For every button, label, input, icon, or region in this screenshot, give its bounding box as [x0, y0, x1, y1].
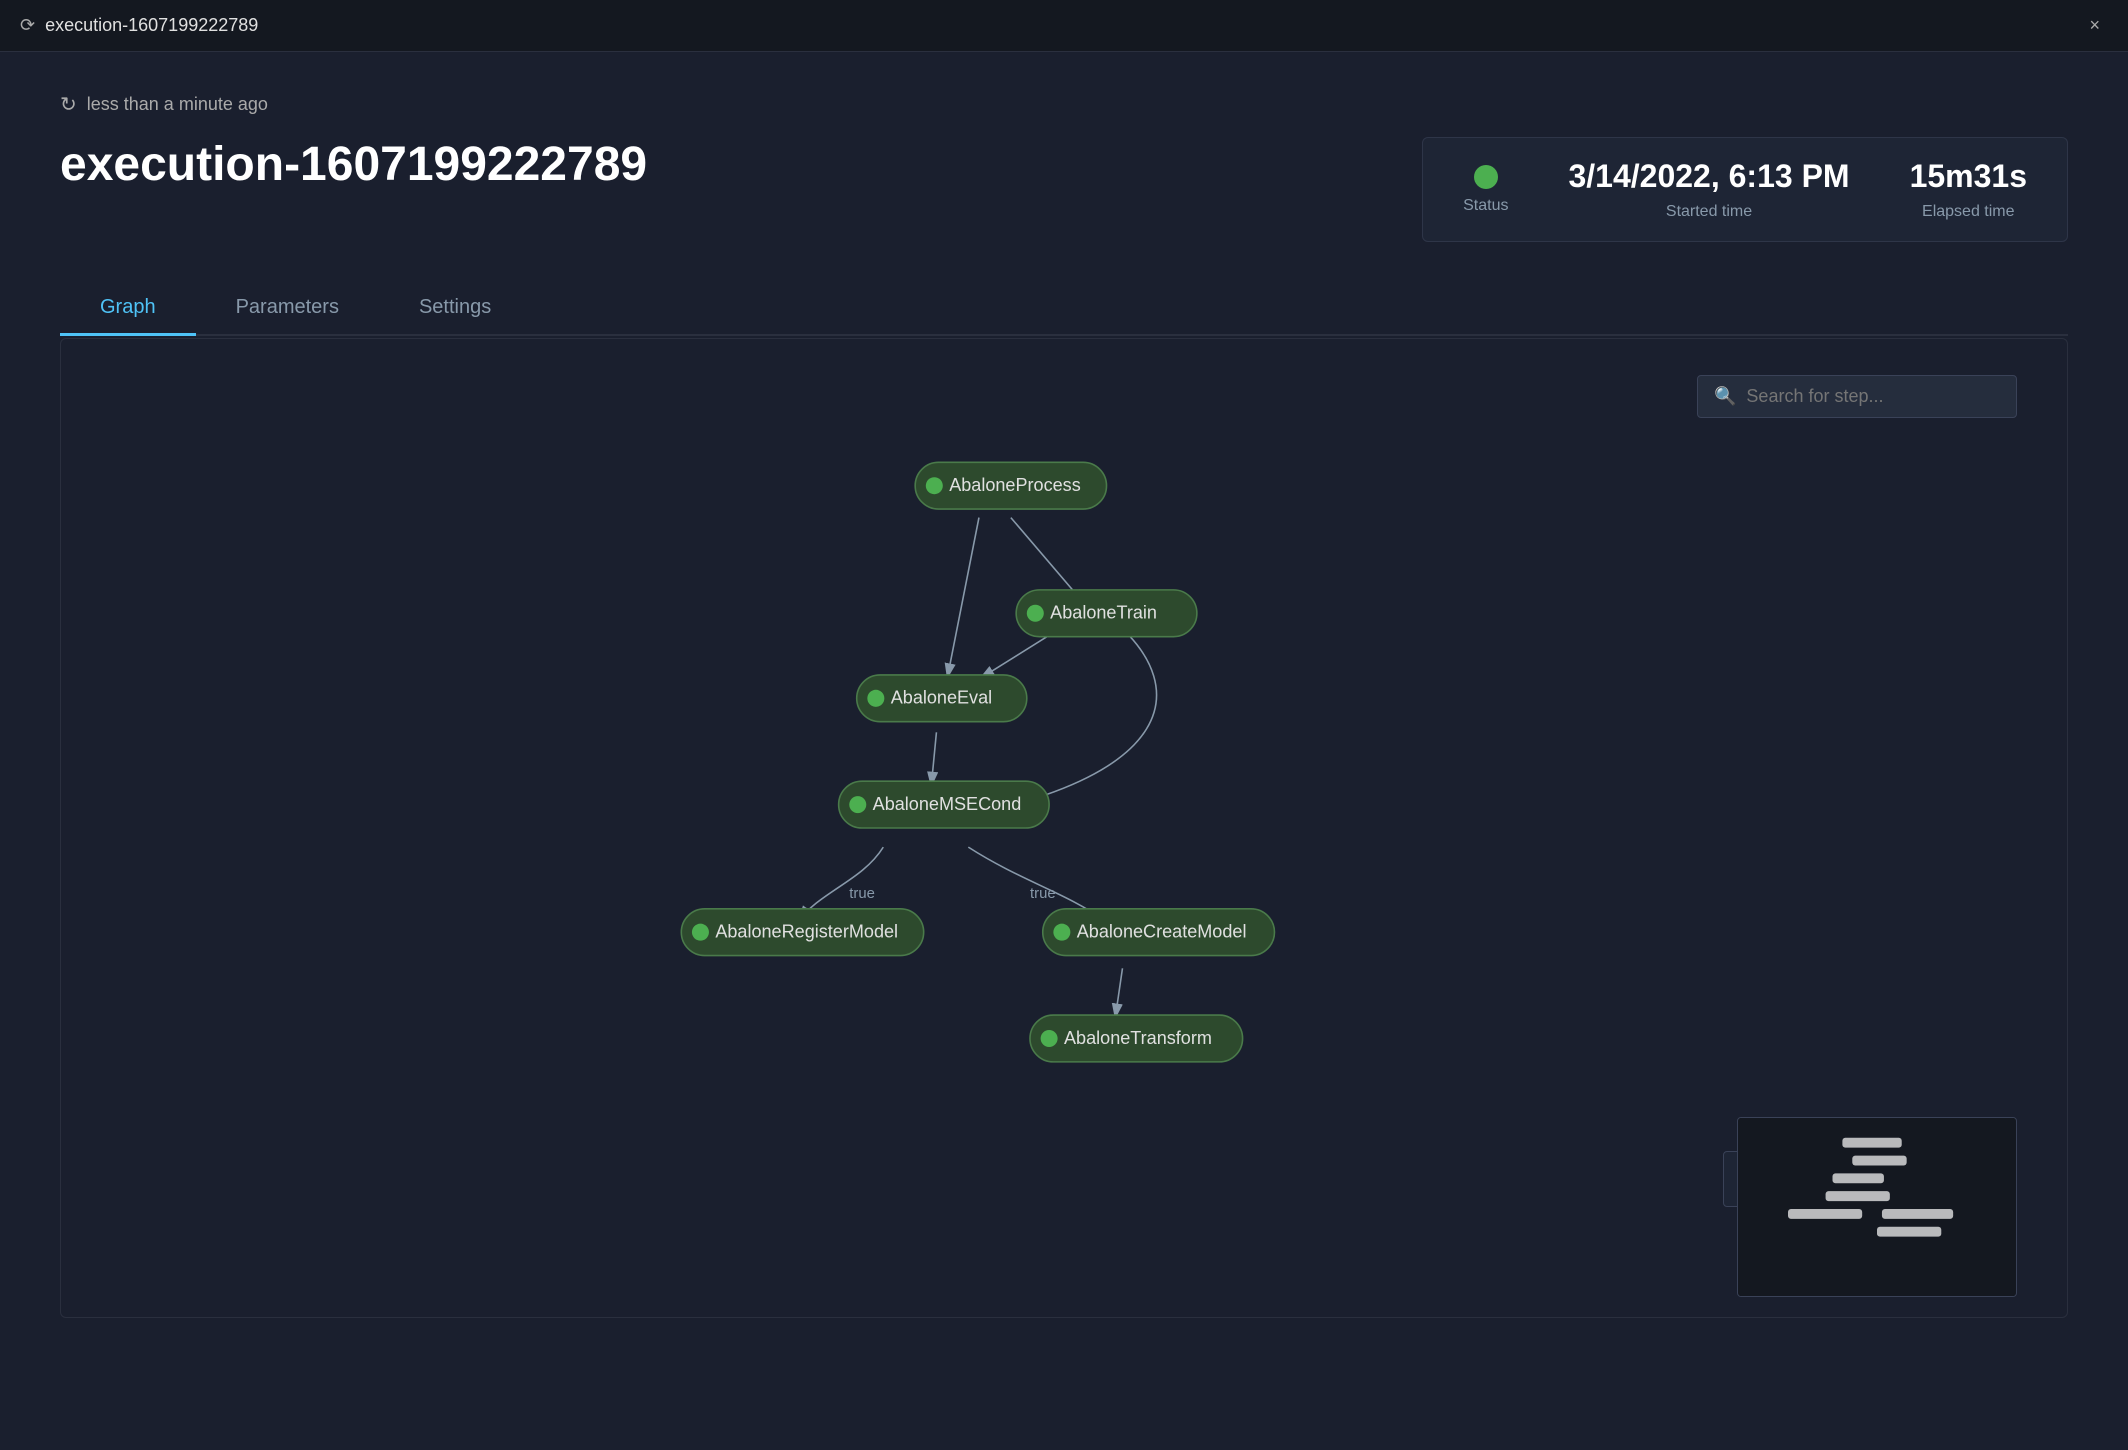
refresh-row: ↻ less than a minute ago — [60, 92, 2068, 117]
node-abalone-msecond[interactable]: AbaloneMSECond — [839, 781, 1049, 828]
node-abalone-eval[interactable]: AbaloneEval — [857, 675, 1027, 722]
svg-text:AbaloneTransform: AbaloneTransform — [1064, 1028, 1212, 1048]
refresh-label: less than a minute ago — [87, 94, 268, 115]
svg-text:AbaloneTrain: AbaloneTrain — [1050, 603, 1157, 623]
elapsed-time-label: Elapsed time — [1922, 203, 2015, 221]
tab-parameters[interactable]: Parameters — [196, 282, 379, 336]
status-value — [1474, 165, 1498, 189]
status-item-elapsed: 15m31s Elapsed time — [1910, 158, 2027, 221]
execution-icon: ⟳ — [20, 15, 35, 36]
header-row: execution-1607199222789 Status 3/14/2022… — [60, 137, 2068, 242]
svg-text:AbaloneProcess: AbaloneProcess — [949, 475, 1081, 495]
svg-text:AbaloneEval: AbaloneEval — [891, 688, 992, 708]
status-dot — [1474, 165, 1498, 189]
elapsed-time-value: 15m31s — [1910, 158, 2027, 195]
mini-map-svg — [1738, 1118, 2016, 1296]
status-item-status: Status — [1463, 165, 1508, 215]
tab-graph[interactable]: Graph — [60, 282, 196, 336]
tab-settings[interactable]: Settings — [379, 282, 531, 336]
title-bar-text: execution-1607199222789 — [45, 15, 2081, 36]
node-abalone-process[interactable]: AbaloneProcess — [915, 462, 1106, 509]
title-bar: ⟳ execution-1607199222789 × — [0, 0, 2128, 52]
node-abalone-transform[interactable]: AbaloneTransform — [1030, 1015, 1243, 1062]
tabs: Graph Parameters Settings — [60, 282, 2068, 336]
svg-text:AbaloneRegisterModel: AbaloneRegisterModel — [715, 921, 898, 941]
node-abalone-register-model[interactable]: AbaloneRegisterModel — [681, 909, 923, 956]
page-title: execution-1607199222789 — [60, 137, 647, 192]
refresh-icon[interactable]: ↻ — [60, 92, 77, 117]
status-label: Status — [1463, 197, 1508, 215]
started-time-value: 3/14/2022, 6:13 PM — [1568, 158, 1849, 195]
main-content: ↻ less than a minute ago execution-16071… — [0, 52, 2128, 1358]
graph-container: 🔍 — [60, 338, 2068, 1318]
close-button[interactable]: × — [2081, 11, 2108, 40]
status-item-started: 3/14/2022, 6:13 PM Started time — [1568, 158, 1849, 221]
svg-text:true: true — [849, 886, 875, 902]
node-abalone-train[interactable]: AbaloneTrain — [1016, 590, 1197, 637]
mini-map — [1737, 1117, 2017, 1297]
svg-text:true: true — [1030, 886, 1056, 902]
svg-text:AbaloneCreateModel: AbaloneCreateModel — [1077, 921, 1247, 941]
started-time-label: Started time — [1666, 203, 1752, 221]
status-panel: Status 3/14/2022, 6:13 PM Started time 1… — [1422, 137, 2068, 242]
svg-text:AbaloneMSECond: AbaloneMSECond — [873, 794, 1022, 814]
node-abalone-create-model[interactable]: AbaloneCreateModel — [1043, 909, 1275, 956]
